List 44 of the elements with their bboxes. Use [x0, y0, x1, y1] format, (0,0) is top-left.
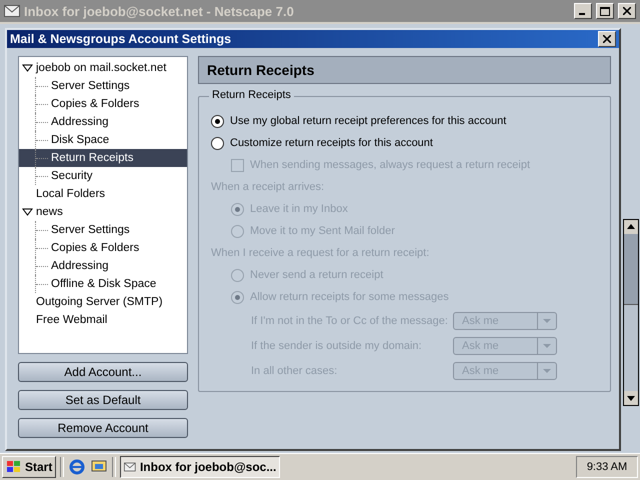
windows-logo-icon	[6, 460, 22, 474]
tree-item[interactable]: Outgoing Server (SMTP)	[19, 293, 187, 311]
window-title: Inbox for joebob@socket.net - Netscape 7.0	[24, 4, 295, 18]
tree-item[interactable]: Free Webmail	[19, 311, 187, 329]
tree-item[interactable]: Offline & Disk Space	[19, 275, 187, 293]
dialog-title: Mail & Newsgroups Account Settings	[10, 32, 232, 46]
option-label: Use my global return receipt preferences for this account	[230, 115, 506, 127]
option-label: Customize return receipts for this account	[230, 137, 433, 149]
tree-item[interactable]: Copies & Folders	[19, 239, 187, 257]
close-icon	[623, 7, 631, 15]
radio-button[interactable]	[211, 136, 224, 150]
close-button[interactable]	[598, 31, 616, 47]
expander-icon[interactable]	[22, 208, 33, 216]
scroll-up-icon[interactable]	[624, 220, 638, 234]
tree-item[interactable]: Local Folders	[19, 185, 187, 203]
tree-item[interactable]: Addressing	[19, 113, 187, 131]
account-button[interactable]: Add Account...	[18, 362, 188, 382]
mail-icon	[4, 5, 20, 17]
maximize-button[interactable]	[596, 3, 614, 19]
close-button[interactable]	[618, 3, 636, 19]
browser-icon[interactable]	[68, 458, 86, 476]
taskbar-window-button[interactable]: Inbox for joebob@soc...	[120, 456, 280, 478]
maximize-icon	[600, 6, 610, 16]
account-button[interactable]: Remove Account	[18, 418, 188, 438]
tree-item[interactable]: Copies & Folders	[19, 95, 187, 113]
account-button[interactable]: Set as Default	[18, 390, 188, 410]
tree-item[interactable]: Server Settings	[19, 77, 187, 95]
scroll-down-icon[interactable]	[624, 391, 638, 405]
radio-button[interactable]	[211, 114, 224, 128]
scrollbar[interactable]	[622, 219, 638, 406]
close-icon	[603, 35, 611, 43]
panel-header: Return Receipts	[198, 56, 611, 84]
mail-icon	[124, 461, 136, 473]
tree-item[interactable]: joebob on mail.socket.net	[19, 59, 187, 77]
minimize-button[interactable]	[574, 3, 592, 19]
tree-item[interactable]: Security	[19, 167, 187, 185]
group-label: Return Receipts	[209, 89, 294, 101]
expander-icon[interactable]	[22, 64, 33, 72]
tree-item[interactable]: Return Receipts	[19, 149, 187, 167]
tree-item[interactable]: news	[19, 203, 187, 221]
clock: 9:33 AM	[576, 456, 638, 478]
tree-item[interactable]: Server Settings	[19, 221, 187, 239]
start-button[interactable]: Start	[2, 456, 56, 478]
tree-item[interactable]: Addressing	[19, 257, 187, 275]
